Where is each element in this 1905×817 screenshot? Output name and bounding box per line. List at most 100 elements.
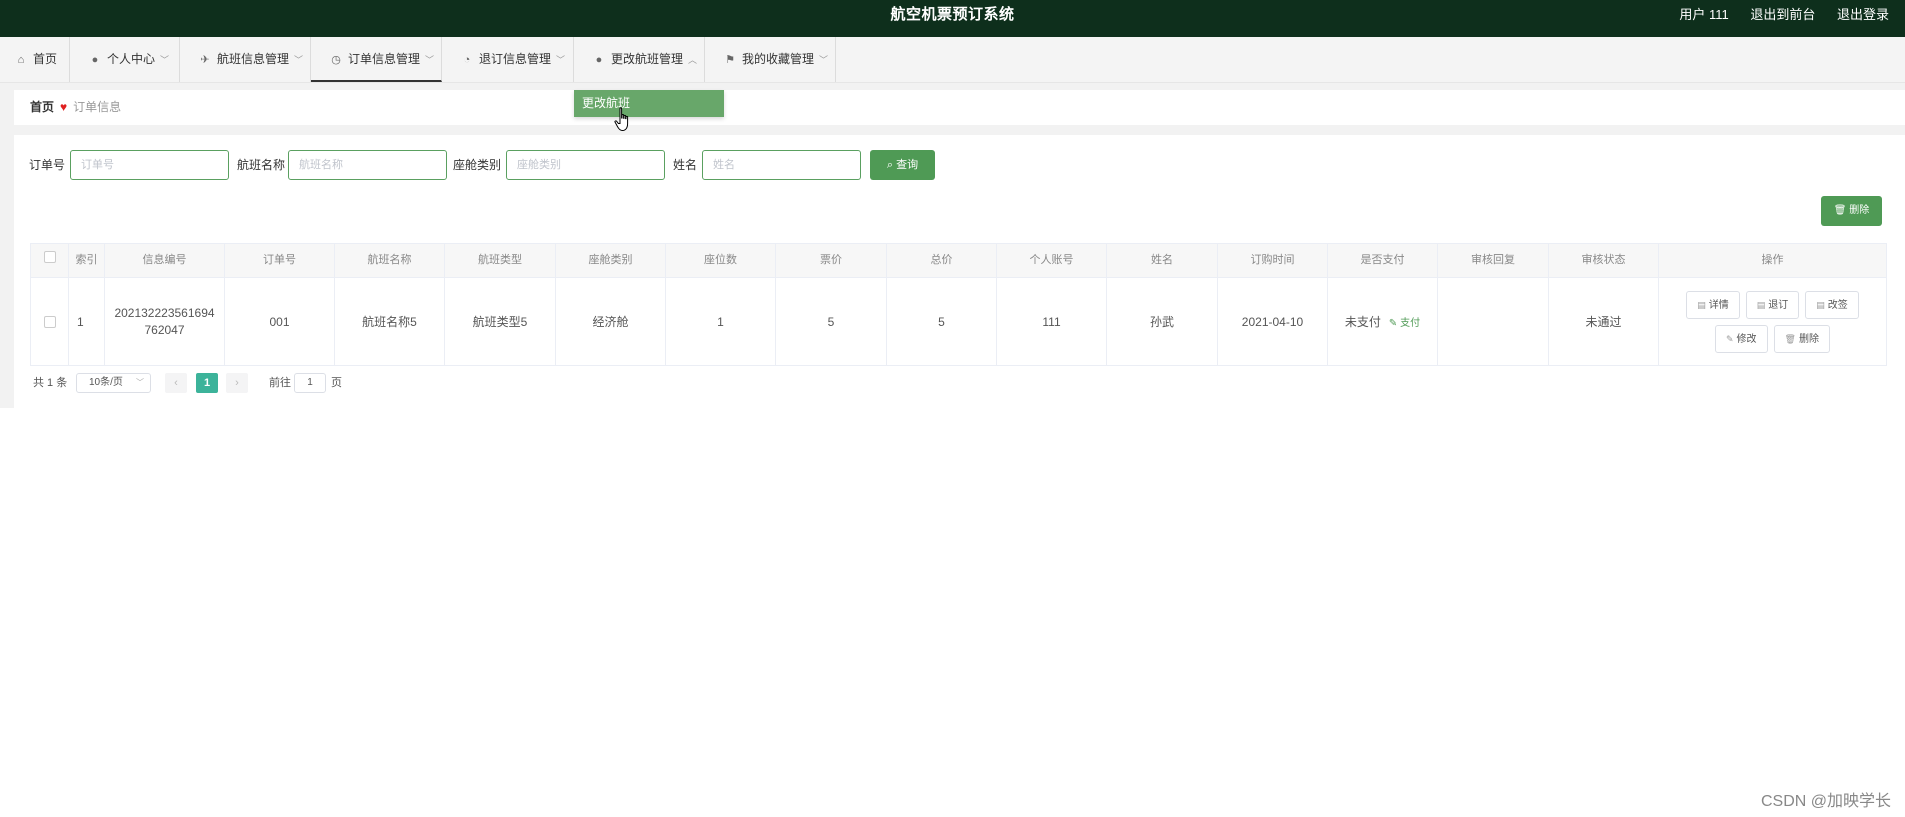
bulk-delete-button[interactable]: 🗑 删除 bbox=[1821, 196, 1882, 226]
breadcrumb-home[interactable]: 首页 bbox=[30, 100, 54, 114]
column-header: 座舱类别 bbox=[556, 244, 666, 277]
top-header-bar: 航空机票预订系统 用户 111 退出到前台 退出登录 bbox=[0, 0, 1905, 37]
name-input[interactable] bbox=[702, 150, 861, 180]
app-title: 航空机票预订系统 bbox=[890, 6, 1015, 23]
detail-button-label: 详情 bbox=[1708, 299, 1729, 311]
chevron-down-icon: ﹀ bbox=[294, 55, 304, 65]
page-unit-label: 页 bbox=[331, 377, 342, 389]
compass-icon: ◔ bbox=[463, 54, 471, 66]
delete-button-label: 删除 bbox=[1798, 333, 1819, 345]
rebook-button[interactable]: ▤ 改签 bbox=[1805, 290, 1859, 319]
nav-item-label: 航班信息管理 bbox=[217, 52, 290, 66]
query-button[interactable]: ⌕ 查询 bbox=[870, 150, 935, 180]
column-header: 姓名 bbox=[1107, 244, 1218, 277]
select-all-checkbox[interactable] bbox=[43, 251, 56, 263]
dropdown-item-change-flight[interactable]: 更改航班 bbox=[574, 90, 724, 117]
nav-item-label: 更改航班管理 bbox=[611, 52, 684, 66]
heart-icon: ♥ bbox=[60, 100, 68, 114]
query-button-label: 查询 bbox=[896, 159, 919, 171]
column-header: 订购时间 bbox=[1218, 244, 1328, 277]
order-no-input[interactable] bbox=[70, 150, 229, 180]
detail-button[interactable]: ▤ 详情 bbox=[1686, 290, 1740, 319]
cell-status: 未通过 bbox=[1549, 278, 1659, 365]
search-icon: ⌕ bbox=[886, 159, 894, 171]
nav-item-label: 首页 bbox=[33, 52, 58, 66]
cell-flight-name: 航班名称5 bbox=[335, 278, 445, 365]
column-header: 操作 bbox=[1761, 254, 1784, 266]
logout-link[interactable]: 退出登录 bbox=[1837, 7, 1889, 22]
plane-icon: ✈ bbox=[200, 54, 210, 66]
column-header: 审核状态 bbox=[1549, 244, 1659, 277]
table-row: 1 202132223561694762047 001 航班名称5 航班类型5 … bbox=[31, 278, 1886, 365]
delete-button[interactable]: 🗑 删除 bbox=[1773, 324, 1830, 353]
cabin-type-input[interactable] bbox=[506, 150, 665, 180]
prev-page-button[interactable]: ‹ bbox=[165, 373, 187, 393]
breadcrumb-current: 订单信息 bbox=[73, 100, 122, 114]
page-number-button[interactable]: 1 bbox=[196, 373, 218, 393]
next-page-button[interactable]: › bbox=[226, 373, 248, 393]
cell-seats: 1 bbox=[666, 278, 776, 365]
nav-item-order-info[interactable]: ◷ 订单信息管理 ﹀ bbox=[311, 37, 442, 82]
chevron-down-icon: ﹀ bbox=[819, 55, 829, 65]
clock-icon: ◷ bbox=[331, 54, 341, 66]
column-header: 审核回复 bbox=[1438, 244, 1549, 277]
trash-icon: 🗑 bbox=[1833, 205, 1847, 216]
chevron-up-icon: ︿ bbox=[688, 55, 698, 65]
cell-total: 5 bbox=[887, 278, 997, 365]
back-to-front-link[interactable]: 退出到前台 bbox=[1750, 7, 1815, 22]
column-header: 索引 bbox=[69, 244, 105, 277]
user-icon: ● bbox=[91, 54, 99, 66]
chevron-down-icon: ﹀ bbox=[425, 55, 435, 65]
cell-price: 5 bbox=[776, 278, 887, 365]
flag-icon: ⚑ bbox=[725, 54, 735, 66]
cell-order-no: 001 bbox=[225, 278, 335, 365]
nav-item-refund-info[interactable]: ◔ 退订信息管理 ﹀ bbox=[442, 37, 574, 82]
nav-item-flight-info[interactable]: ✈ 航班信息管理 ﹀ bbox=[180, 37, 311, 82]
chevron-down-icon: ﹀ bbox=[556, 55, 566, 65]
user-icon: ● bbox=[595, 54, 603, 66]
hand-cursor-icon bbox=[614, 107, 629, 132]
document-icon: ▤ bbox=[1756, 299, 1766, 310]
column-header: 是否支付 bbox=[1328, 244, 1438, 277]
nav-item-favorites[interactable]: ⚑ 我的收藏管理 ﹀ bbox=[705, 37, 836, 82]
home-icon: ⌂ bbox=[17, 54, 25, 66]
column-header: 总价 bbox=[887, 244, 997, 277]
edit-button-label: 修改 bbox=[1736, 333, 1757, 345]
main-nav: ⌂ 首页 ● 个人中心 ﹀ ✈ 航班信息管理 ﹀ ◷ 订单信息管理 ﹀ ◔ 退订信息管理 ﹀ ● 更… bbox=[0, 37, 1905, 83]
nav-item-home[interactable]: ⌂ 首页 bbox=[0, 37, 70, 82]
goto-label: 前往 bbox=[269, 377, 291, 389]
cell-reply bbox=[1438, 278, 1549, 365]
page-size-value: 10条/页 bbox=[89, 377, 123, 388]
chevron-down-icon: ﹀ bbox=[136, 378, 144, 387]
chevron-left-icon: ‹ bbox=[174, 377, 178, 389]
nav-item-personal-center[interactable]: ● 个人中心 ﹀ bbox=[70, 37, 180, 82]
page-size-select[interactable]: 10条/页 ﹀ bbox=[76, 373, 151, 393]
breadcrumb: 首页 ♥ 订单信息 bbox=[14, 90, 1905, 125]
edit-button[interactable]: ✎ 修改 bbox=[1715, 324, 1768, 353]
nav-item-label: 个人中心 bbox=[107, 52, 156, 66]
column-header: 个人账号 bbox=[997, 244, 1107, 277]
orders-table: 索引 信息编号 订单号 航班名称 航班类型 座舱类别 座位数 票价 总价 个人账… bbox=[30, 243, 1887, 366]
row-checkbox[interactable] bbox=[43, 315, 56, 328]
pay-link[interactable]: ✎ 支付 bbox=[1389, 314, 1420, 329]
cell-paid: 未支付 ✎ 支付 bbox=[1328, 278, 1438, 365]
cell-account: 111 bbox=[997, 278, 1107, 365]
nav-item-label: 退订信息管理 bbox=[479, 52, 552, 66]
flight-name-input[interactable] bbox=[288, 150, 447, 180]
name-label: 姓名 bbox=[673, 158, 698, 172]
cell-info-no: 202132223561694762047 bbox=[105, 278, 225, 365]
cell-index: 1 bbox=[69, 278, 105, 365]
current-user-label: 用户 111 bbox=[1679, 7, 1729, 22]
goto-page-input[interactable]: 1 bbox=[294, 373, 326, 393]
column-header: 座位数 bbox=[666, 244, 776, 277]
cell-flight-type: 航班类型5 bbox=[445, 278, 556, 365]
edit-icon: ✎ bbox=[1726, 333, 1734, 344]
paid-status: 未支付 bbox=[1344, 315, 1381, 329]
column-header: 票价 bbox=[776, 244, 887, 277]
trash-icon: 🗑 bbox=[1784, 333, 1796, 344]
nav-item-change-flight[interactable]: ● 更改航班管理 ︿ bbox=[574, 37, 705, 82]
document-icon: ▤ bbox=[1697, 299, 1706, 310]
column-header: 航班名称 bbox=[335, 244, 445, 277]
cell-name: 孙武 bbox=[1107, 278, 1218, 365]
refund-button[interactable]: ▤ 退订 bbox=[1745, 290, 1800, 319]
